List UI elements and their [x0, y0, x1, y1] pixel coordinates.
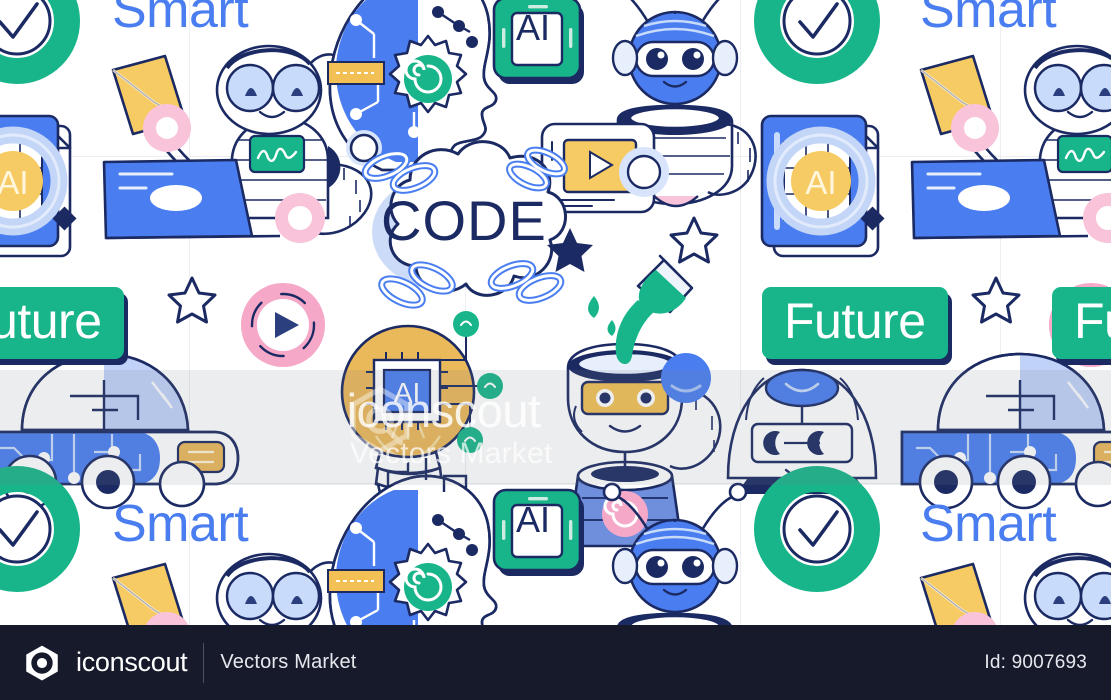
asset-id-label: Id: 9007693 — [984, 651, 1087, 673]
iconscout-logo-icon — [26, 645, 58, 680]
pattern-text-code: CODE — [381, 189, 547, 252]
ai-document — [0, 116, 77, 256]
ai-chip-label: AI — [516, 7, 551, 48]
footer-brand-name: iconscout — [76, 647, 188, 677]
star-outline-icon — [971, 276, 1021, 324]
robot-with-laptop — [912, 554, 1111, 625]
ai-chip-label: AI — [516, 499, 551, 540]
footer-brand-group[interactable]: iconscout Vectors Market — [24, 642, 357, 683]
pattern-text-smart: Smart — [920, 0, 1057, 39]
check-badge-icon — [0, 0, 67, 71]
check-badge-icon — [767, 0, 867, 71]
star-outline-icon — [167, 276, 217, 324]
badge-label: Future — [762, 287, 948, 359]
footer-contributor[interactable]: Vectors Market — [220, 651, 356, 674]
ai-document — [762, 116, 885, 256]
star-outline-icon — [669, 216, 719, 264]
self-driving-car — [900, 352, 1111, 510]
badge-label: Future — [1052, 287, 1111, 359]
pattern-badge-future: Future — [762, 287, 952, 365]
pattern-text-smart: Smart — [112, 0, 249, 39]
robot-pouring — [566, 254, 722, 548]
badge-label: Future — [0, 287, 124, 359]
footer-divider — [203, 642, 205, 683]
artboard: AI AI Smart Smart Smart Smart uture Futu… — [0, 0, 1111, 625]
ai-brain-head — [326, 456, 498, 625]
illustration-preview: AI AI Smart Smart Smart Smart uture Futu… — [0, 0, 1111, 700]
pattern-badge-future: Future — [0, 287, 128, 365]
robot-with-laptop — [912, 46, 1111, 243]
footer-bar: iconscout Vectors Market Id: 9007693 — [0, 625, 1111, 700]
pattern-badge-future: Future — [1052, 287, 1111, 365]
pattern-text-smart: Smart — [112, 495, 249, 553]
pattern-text-smart: Smart — [920, 495, 1057, 553]
play-button-icon — [239, 281, 327, 369]
